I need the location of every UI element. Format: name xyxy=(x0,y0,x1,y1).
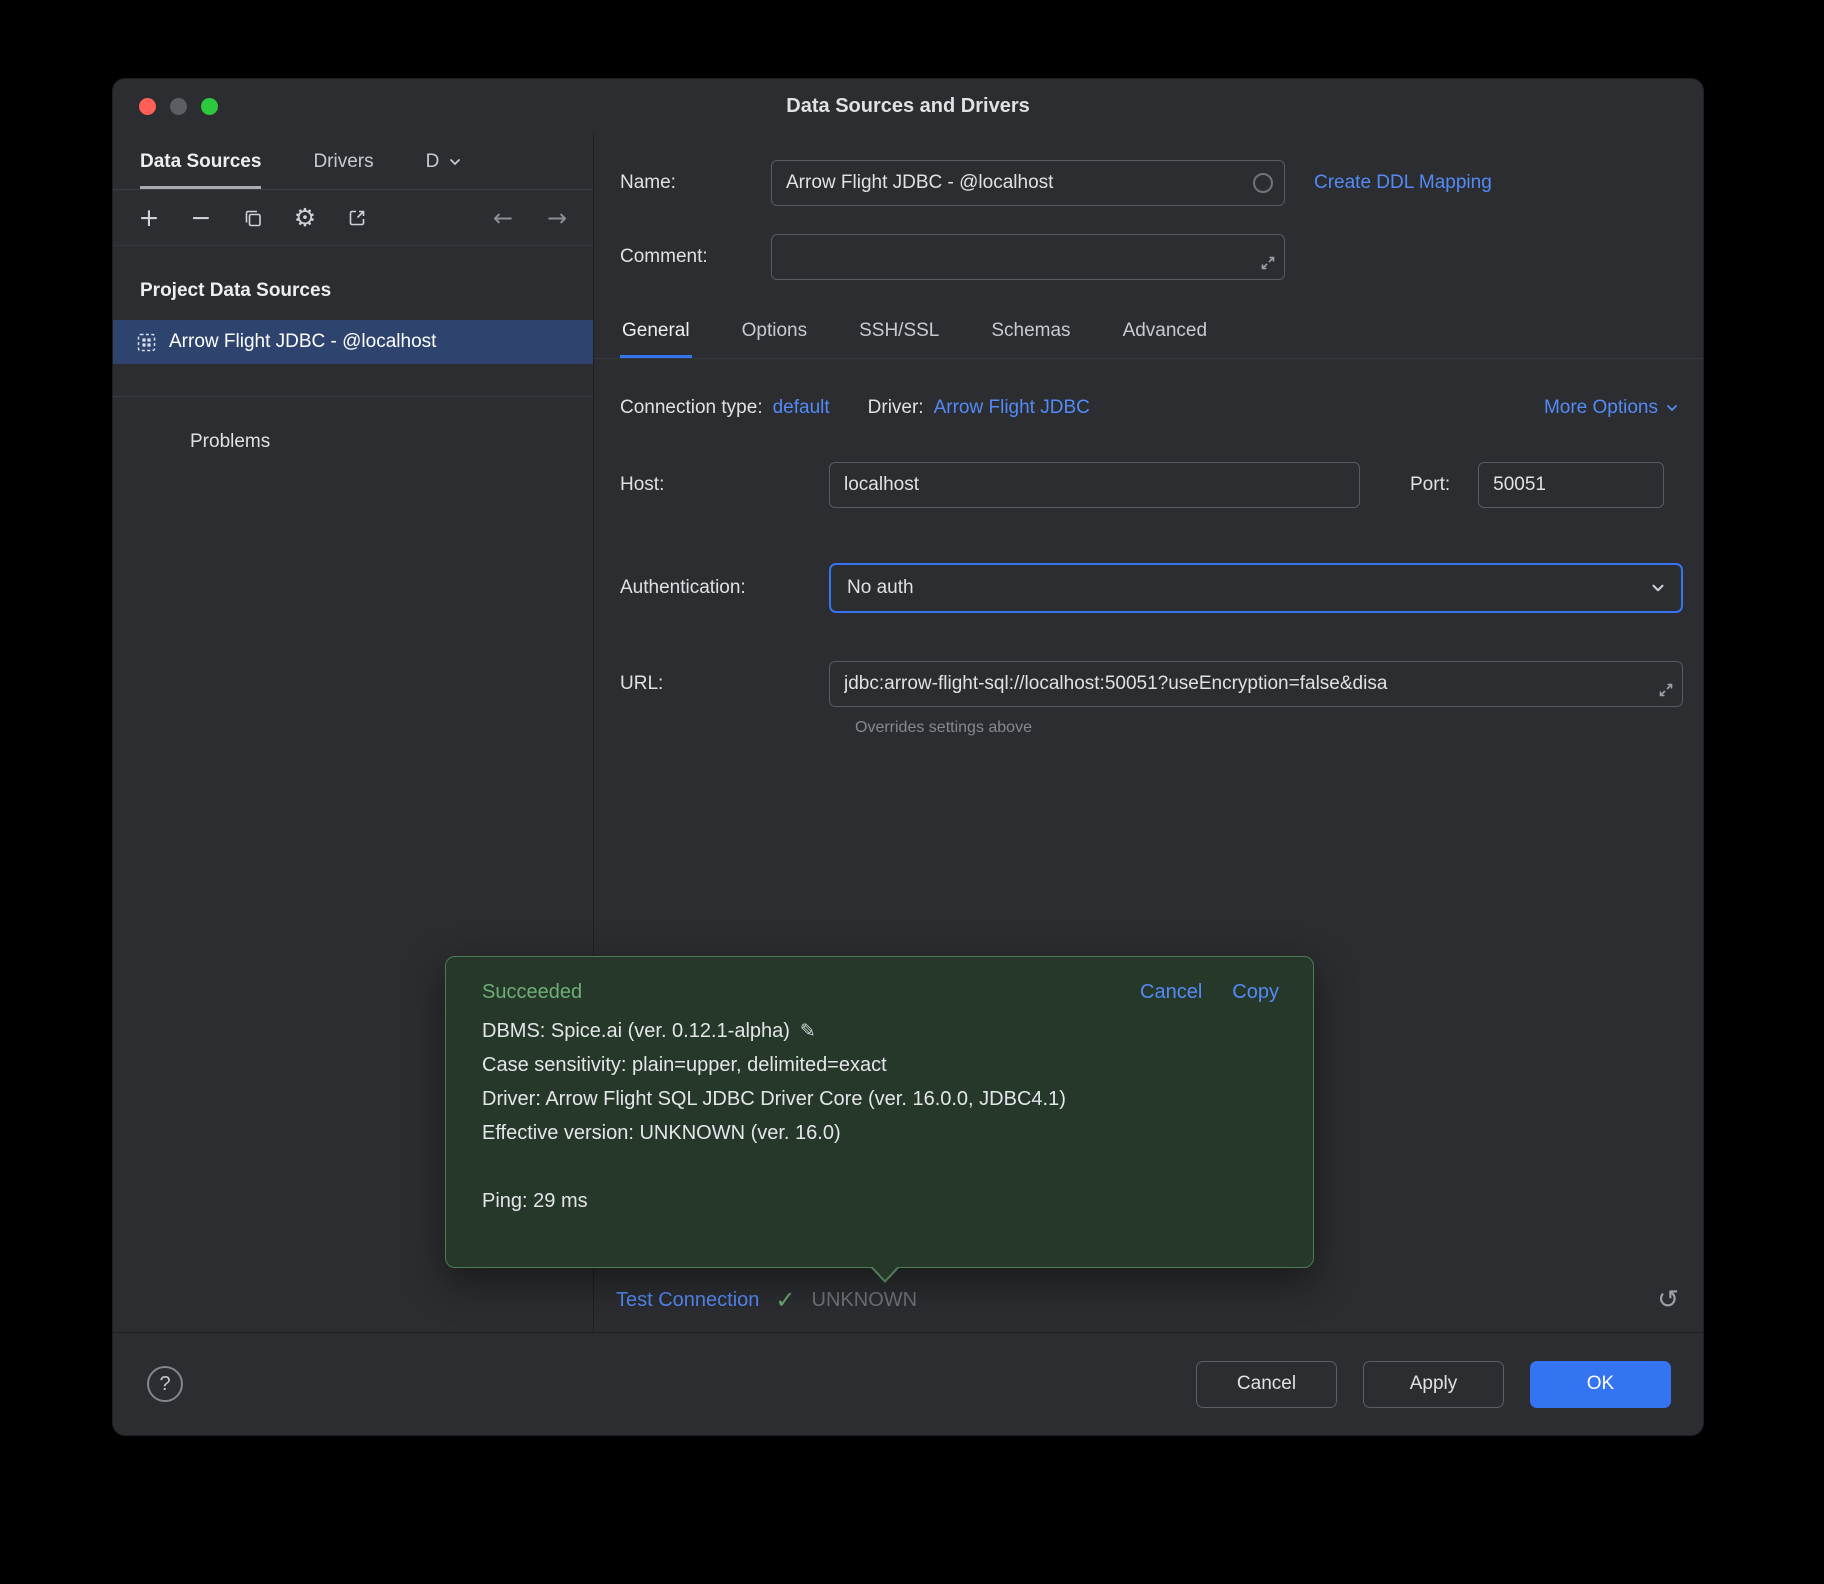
duplicate-icon[interactable] xyxy=(241,207,265,229)
name-label: Name: xyxy=(620,172,771,194)
more-options-button[interactable]: More Options xyxy=(1544,397,1680,419)
open-in-new-icon[interactable] xyxy=(345,207,369,229)
port-label: Port: xyxy=(1410,474,1450,496)
test-connection-popup: Succeeded Cancel Copy DBMS: Spice.ai (ve… xyxy=(445,956,1314,1268)
ping-line: Ping: 29 ms xyxy=(482,1184,1279,1218)
titlebar: Data Sources and Drivers xyxy=(113,79,1703,134)
dbms-text: DBMS: Spice.ai (ver. 0.12.1-alpha) xyxy=(482,1020,790,1042)
test-result-text: UNKNOWN xyxy=(812,1289,918,1312)
popup-copy-link[interactable]: Copy xyxy=(1232,981,1279,1004)
driver-line: Driver: Arrow Flight SQL JDBC Driver Cor… xyxy=(482,1082,1279,1116)
chevron-down-icon xyxy=(1664,400,1680,416)
tab-ddl-mappings-truncated[interactable]: D xyxy=(426,134,464,189)
expand-icon[interactable] xyxy=(1657,681,1675,699)
problems-item[interactable]: Problems xyxy=(190,431,593,453)
revert-undo-icon[interactable]: ↺ xyxy=(1657,1287,1679,1313)
sidebar-divider xyxy=(113,396,593,397)
sidebar-toolbar: + − ⚙ ← → xyxy=(113,190,593,246)
expand-icon[interactable] xyxy=(1259,254,1277,272)
history-nav: ← → xyxy=(491,206,569,230)
forward-arrow-button[interactable]: → xyxy=(545,206,569,230)
tab-drivers[interactable]: Drivers xyxy=(313,134,373,189)
authentication-value: No auth xyxy=(847,577,914,599)
tab-options[interactable]: Options xyxy=(740,320,809,358)
database-grid-icon xyxy=(137,333,156,352)
success-check-icon: ✓ xyxy=(775,1288,795,1312)
sidebar-tab-bar: Data Sources Drivers D xyxy=(113,134,593,190)
tab-general[interactable]: General xyxy=(620,320,692,358)
ok-button[interactable]: OK xyxy=(1530,1361,1671,1408)
tab-overflow-label: D xyxy=(426,151,440,173)
comment-label: Comment: xyxy=(620,246,771,268)
driver-value-link[interactable]: Arrow Flight JDBC xyxy=(934,397,1090,419)
cancel-button[interactable]: Cancel xyxy=(1196,1361,1337,1408)
host-label: Host: xyxy=(620,474,829,496)
connection-type-label: Connection type: xyxy=(620,397,763,419)
settings-gear-icon[interactable]: ⚙ xyxy=(293,205,317,230)
chevron-down-icon xyxy=(447,154,463,170)
add-data-source-button[interactable]: + xyxy=(137,205,161,230)
port-input[interactable] xyxy=(1478,462,1664,508)
popup-cancel-link[interactable]: Cancel xyxy=(1140,981,1202,1004)
test-connection-row: Test Connection ✓ UNKNOWN ↺ xyxy=(616,1268,1679,1332)
create-ddl-mapping-link[interactable]: Create DDL Mapping xyxy=(1314,172,1492,194)
data-source-label: Arrow Flight JDBC - @localhost xyxy=(169,331,436,353)
settings-tab-bar: General Options SSH/SSL Schemas Advanced xyxy=(594,300,1703,359)
host-input[interactable] xyxy=(829,462,1360,508)
window-title: Data Sources and Drivers xyxy=(786,95,1029,118)
authentication-select[interactable]: No auth xyxy=(829,563,1683,613)
name-input[interactable] xyxy=(771,160,1285,206)
back-arrow-button[interactable]: ← xyxy=(491,206,515,230)
project-data-sources-header: Project Data Sources xyxy=(140,280,593,302)
minimize-window-button[interactable] xyxy=(170,98,187,115)
case-sensitivity-line: Case sensitivity: plain=upper, delimited… xyxy=(482,1048,1279,1082)
remove-data-source-button[interactable]: − xyxy=(189,205,213,230)
tab-schemas[interactable]: Schemas xyxy=(989,320,1072,358)
apply-button[interactable]: Apply xyxy=(1363,1361,1504,1408)
tab-data-sources[interactable]: Data Sources xyxy=(140,134,261,189)
tab-ssh-ssl[interactable]: SSH/SSL xyxy=(857,320,941,358)
more-options-label: More Options xyxy=(1544,397,1658,419)
chevron-down-icon xyxy=(1649,579,1667,597)
comment-input[interactable] xyxy=(771,234,1285,280)
footer-buttons: Cancel Apply OK xyxy=(1196,1361,1671,1408)
data-source-item-selected[interactable]: Arrow Flight JDBC - @localhost xyxy=(113,320,593,364)
help-button[interactable]: ? xyxy=(147,1366,183,1402)
effective-version-line: Effective version: UNKNOWN (ver. 16.0) xyxy=(482,1116,1279,1150)
close-window-button[interactable] xyxy=(139,98,156,115)
window-controls xyxy=(139,79,218,134)
url-label: URL: xyxy=(620,673,829,695)
zoom-window-button[interactable] xyxy=(201,98,218,115)
tab-advanced[interactable]: Advanced xyxy=(1121,320,1210,358)
test-connection-link[interactable]: Test Connection xyxy=(616,1289,759,1312)
data-sources-dialog: Data Sources and Drivers Data Sources Dr… xyxy=(113,79,1703,1435)
authentication-label: Authentication: xyxy=(620,577,829,599)
url-input[interactable] xyxy=(829,661,1683,707)
test-status-text: Succeeded xyxy=(482,981,582,1004)
dialog-footer: ? Cancel Apply OK xyxy=(113,1332,1703,1435)
connection-type-value[interactable]: default xyxy=(773,397,830,419)
driver-label: Driver: xyxy=(868,397,924,419)
url-note: Overrides settings above xyxy=(855,719,1703,737)
dbms-line: DBMS: Spice.ai (ver. 0.12.1-alpha) ✎ xyxy=(482,1014,1279,1048)
edit-pencil-icon[interactable]: ✎ xyxy=(800,1020,816,1042)
progress-circle-icon xyxy=(1253,173,1273,193)
